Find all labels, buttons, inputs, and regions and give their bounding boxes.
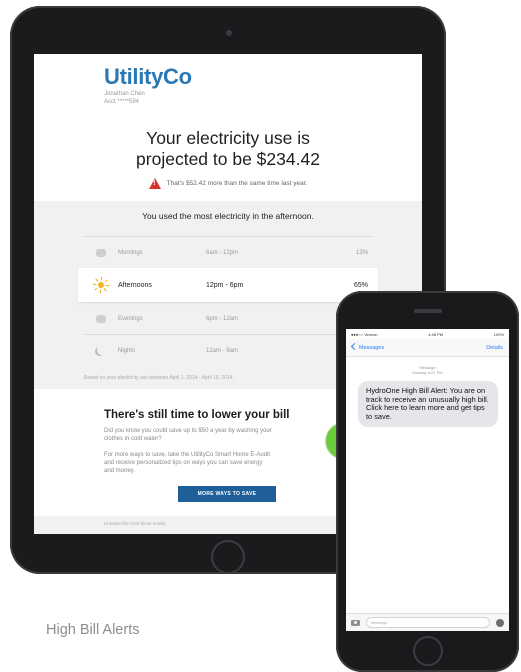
- moon-icon: [97, 346, 106, 355]
- caption: High Bill Alerts: [46, 622, 140, 638]
- row-label: Nights: [118, 347, 136, 354]
- row-time: 6pm - 12am: [206, 315, 239, 322]
- savings-tip: Did you know you could save up to $50 a …: [104, 428, 272, 442]
- morning-icon: [96, 248, 106, 257]
- usage-row-evenings: Evenings 6pm - 12am 20%: [84, 302, 372, 334]
- row-label: Mornings: [118, 249, 143, 256]
- sun-icon: [93, 277, 109, 293]
- message-input[interactable]: Message: [366, 617, 490, 628]
- back-to-messages-button[interactable]: Messages: [350, 342, 385, 351]
- row-time: 12am - 6am: [206, 347, 239, 354]
- message-time: Monday 4:21 PM: [412, 370, 443, 375]
- usage-footnote: Based on your electricity use between Ap…: [84, 375, 234, 381]
- phone-speaker: [414, 309, 442, 313]
- phone-device: ●●●○○ Verizon 4:48 PM 100% Messages Deta…: [336, 291, 519, 672]
- brand-logo: UtilityCo: [104, 64, 192, 89]
- warning-icon: [148, 178, 161, 189]
- comparison-text: That's $52.42 more than the same time la…: [166, 180, 308, 187]
- battery-level: 100%: [493, 331, 504, 337]
- back-label: Messages: [359, 345, 385, 351]
- message-timestamp: Message Monday 4:21 PM: [346, 365, 509, 375]
- row-percent: 13%: [355, 249, 368, 256]
- comparison-note: That's $52.42 more than the same time la…: [34, 178, 422, 189]
- camera-icon[interactable]: [351, 619, 360, 626]
- row-percent: 65%: [353, 281, 368, 289]
- message-input-bar: Message: [346, 613, 509, 631]
- carrier-signal: ●●●○○ Verizon: [351, 331, 378, 337]
- chevron-left-icon: [350, 342, 359, 351]
- row-label: Afternoons: [118, 281, 152, 289]
- tablet-camera: [226, 30, 232, 36]
- row-label: Evenings: [118, 315, 143, 322]
- more-ways-to-save-button[interactable]: MORE WAYS TO SAVE: [178, 486, 276, 502]
- status-bar: ●●●○○ Verizon 4:48 PM 100%: [346, 329, 509, 339]
- details-button[interactable]: Details: [486, 345, 503, 351]
- savings-audit-text: For more ways to save, take the UtilityC…: [104, 452, 271, 474]
- unsubscribe-link[interactable]: Unsubscribe from these emails: [104, 521, 166, 526]
- status-clock: 4:48 PM: [428, 331, 444, 337]
- usage-title: You used the most electricity in the aft…: [142, 211, 314, 221]
- email-header: UtilityCo Jonathan Chen Acct *****594: [34, 54, 422, 136]
- row-time: 6am - 12pm: [206, 249, 239, 256]
- usage-table: Mornings 6am - 12pm 13% Afternoons 12pm …: [78, 236, 378, 366]
- evening-icon: [96, 314, 106, 323]
- recipient-account: Acct *****594: [104, 99, 140, 105]
- message-bubble[interactable]: HydroOne High Bill Alert: You are on tra…: [358, 381, 498, 428]
- row-time: 12pm - 6pm: [206, 281, 244, 289]
- phone-screen: ●●●○○ Verizon 4:48 PM 100% Messages Deta…: [346, 329, 509, 631]
- recipient-name: Jonathan Chen: [104, 91, 145, 97]
- usage-row-mornings: Mornings 6am - 12pm 13%: [84, 236, 372, 268]
- headline-line-2: projected to be $234.42: [136, 149, 320, 169]
- messages-nav-bar: Messages Details: [346, 339, 509, 357]
- usage-row-nights: Nights 12am - 6am 2%: [84, 334, 372, 366]
- mic-icon[interactable]: [496, 618, 504, 627]
- phone-home-button[interactable]: [413, 636, 443, 666]
- tablet-home-button[interactable]: [211, 540, 245, 574]
- usage-row-afternoons: Afternoons 12pm - 6pm 65%: [78, 268, 378, 302]
